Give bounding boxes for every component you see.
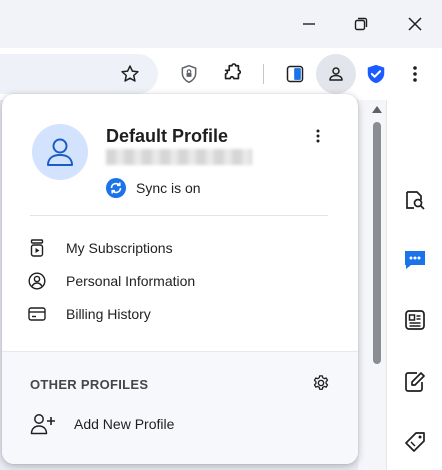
profile-menu-popup: Default Profile Sync is on My Subscripti… <box>2 94 358 464</box>
menu-item-billing-history[interactable]: Billing History <box>28 300 328 328</box>
add-new-profile-button[interactable]: Add New Profile <box>30 410 174 438</box>
sync-status-label: Sync is on <box>136 180 201 196</box>
extensions-icon <box>224 63 242 80</box>
tag-icon <box>405 432 425 452</box>
close-window-button[interactable] <box>388 0 442 48</box>
subscription-icon <box>28 239 46 257</box>
credit-card-icon <box>28 305 46 323</box>
restore-icon <box>354 17 368 31</box>
reading-mode-icon <box>286 65 304 83</box>
title-bar <box>0 0 442 48</box>
notes-icon <box>405 372 425 392</box>
restore-button[interactable] <box>334 0 388 48</box>
side-search-button[interactable] <box>401 186 429 214</box>
minimize-icon <box>303 23 315 25</box>
menu-item-label: Billing History <box>66 306 151 322</box>
menu-item-label: Personal Information <box>66 273 196 289</box>
password-manager-icon <box>181 64 197 84</box>
scroll-up-icon[interactable] <box>372 106 382 113</box>
extensions-button[interactable] <box>216 58 248 90</box>
menu-item-personal-information[interactable]: Personal Information <box>28 267 328 295</box>
divider <box>30 215 328 216</box>
sync-icon <box>106 178 126 198</box>
add-person-icon <box>30 413 56 435</box>
profile-email-redacted <box>106 149 252 165</box>
side-chat-button[interactable] <box>401 246 429 274</box>
bookmark-star-button[interactable] <box>114 58 146 90</box>
browser-menu-button[interactable] <box>399 58 431 90</box>
avatar <box>32 124 88 180</box>
sync-status[interactable]: Sync is on <box>106 178 201 198</box>
person-icon <box>47 138 73 166</box>
person-circle-icon <box>28 272 46 290</box>
browser-toolbar <box>0 48 442 100</box>
toolbar-separator <box>263 64 264 84</box>
close-icon <box>408 17 422 31</box>
side-panel <box>386 100 442 470</box>
side-news-button[interactable] <box>401 306 429 334</box>
side-tag-button[interactable] <box>401 428 429 456</box>
reading-mode-button[interactable] <box>279 58 311 90</box>
minimize-button[interactable] <box>282 0 336 48</box>
bookmark-star-icon <box>121 65 139 82</box>
manage-profiles-button[interactable] <box>310 372 332 394</box>
other-profiles-title: OTHER PROFILES <box>30 377 149 392</box>
chat-icon <box>405 251 425 269</box>
menu-item-label: My Subscriptions <box>66 240 173 256</box>
gear-icon <box>313 375 329 390</box>
add-new-profile-label: Add New Profile <box>74 416 175 432</box>
other-profiles-section: OTHER PROFILES Add New Profile <box>2 351 358 464</box>
profile-name: Default Profile <box>106 126 229 146</box>
profile-button[interactable] <box>316 54 356 94</box>
scrollbar[interactable] <box>358 100 386 470</box>
profile-icon <box>329 67 343 81</box>
side-notes-button[interactable] <box>401 368 429 396</box>
more-vert-icon <box>316 129 320 143</box>
menu-item-my-subscriptions[interactable]: My Subscriptions <box>28 234 328 262</box>
search-page-icon <box>406 191 425 210</box>
vpn-button[interactable] <box>360 58 392 90</box>
news-icon <box>405 310 425 330</box>
menu-kebab-icon <box>413 66 417 82</box>
vpn-shield-icon <box>367 64 385 84</box>
profile-options-button[interactable] <box>306 124 330 148</box>
scrollbar-thumb[interactable] <box>373 122 381 364</box>
password-manager-button[interactable] <box>173 58 205 90</box>
